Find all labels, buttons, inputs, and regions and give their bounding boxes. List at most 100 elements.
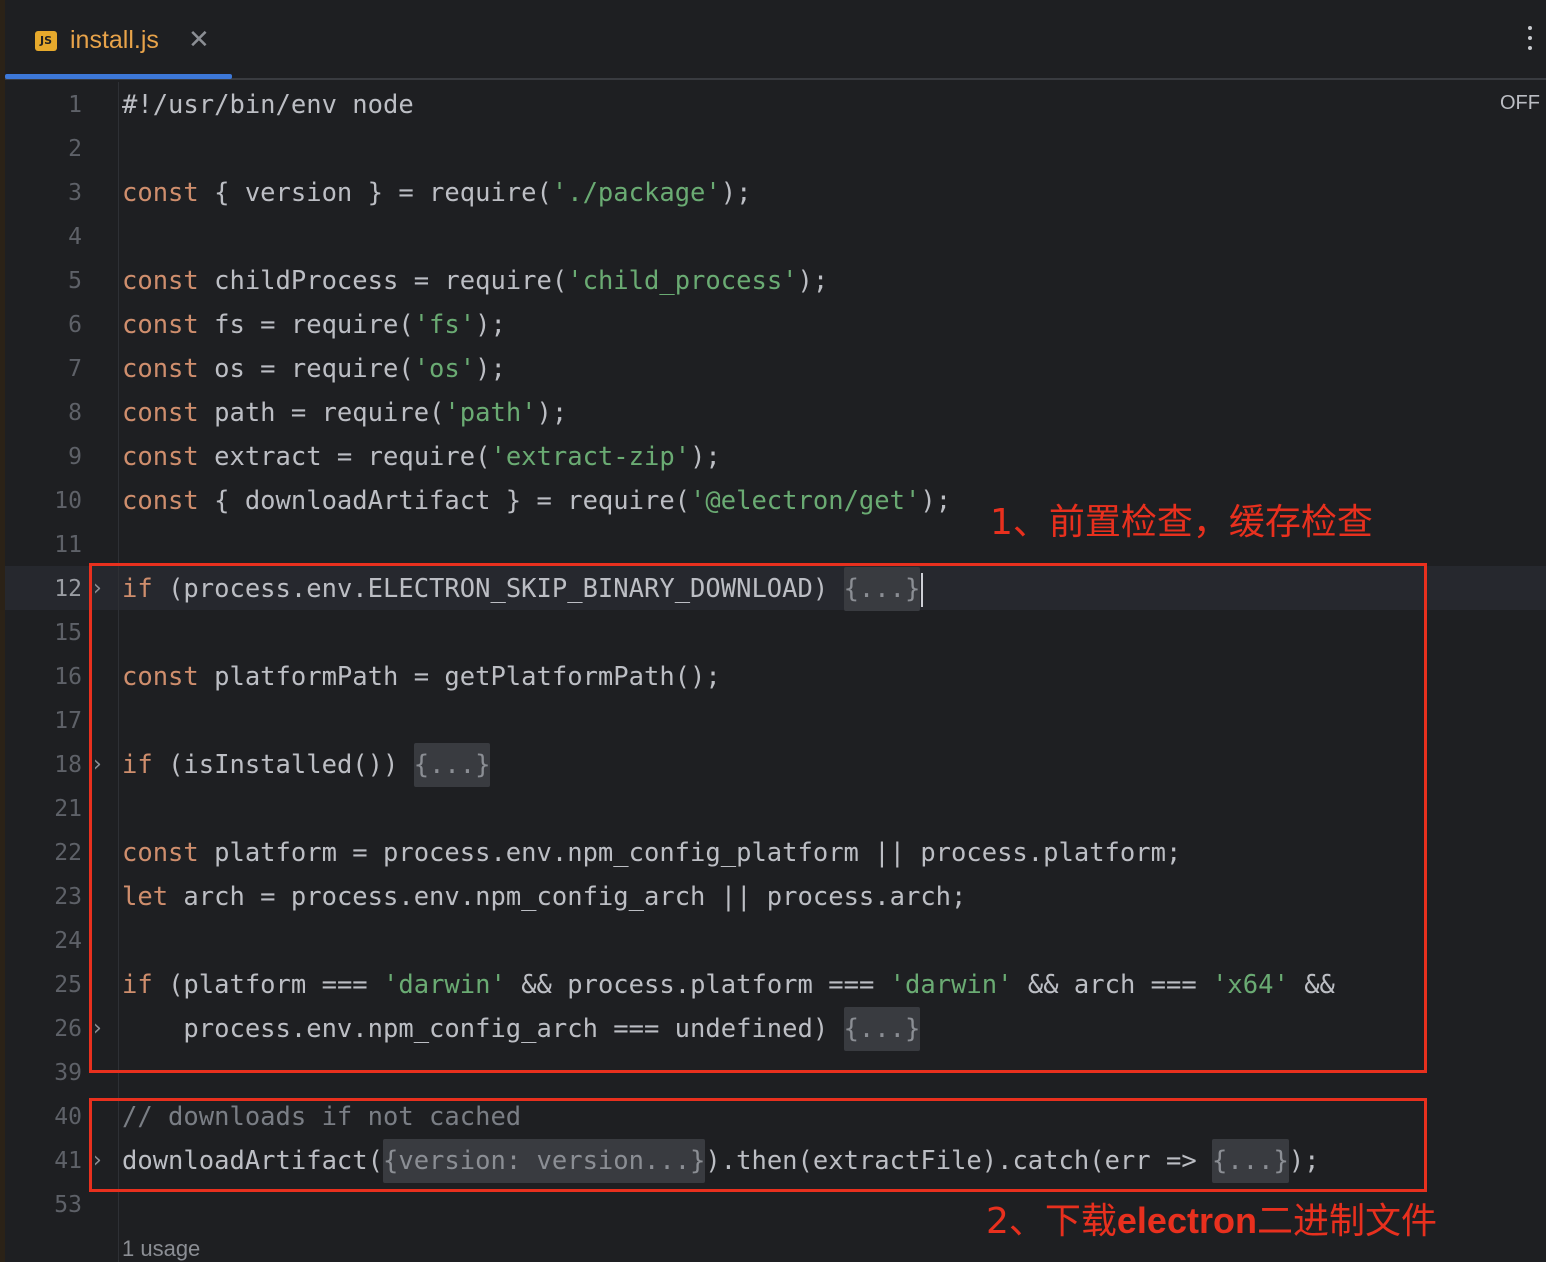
code-token: const <box>122 310 199 340</box>
code-line[interactable]: 21 <box>5 787 1546 831</box>
code-line[interactable]: 25 if (platform === 'darwin' && process.p… <box>5 963 1546 1007</box>
code-token: && process.platform === <box>505 970 890 1000</box>
code-token: 'darwin' <box>889 970 1013 1000</box>
code-token: fs = require( <box>198 310 414 340</box>
line-number: 17 <box>54 708 82 734</box>
code-token: // downloads if not cached <box>122 1102 522 1132</box>
line-number: 2 <box>68 136 82 162</box>
line-number: 5 <box>68 268 82 294</box>
code-line[interactable]: 7 const os = require('os'); <box>5 347 1546 391</box>
close-icon[interactable]: ✕ <box>188 22 210 58</box>
fold-expand-icon[interactable]: › <box>93 567 102 611</box>
line-number: 40 <box>54 1104 82 1130</box>
code-line[interactable]: 26 › process.env.npm_config_arch === unde… <box>5 1007 1546 1051</box>
code-token: ); <box>475 354 506 384</box>
code-text: process.env.npm_config_arch === undefine… <box>122 1007 921 1051</box>
line-number: 9 <box>68 444 82 470</box>
tab-filename: install.js <box>70 26 159 54</box>
code-text: let arch = process.env.npm_config_arch |… <box>122 875 966 919</box>
code-token: (process.env.ELECTRON_SKIP_BINARY_DOWNLO… <box>152 574 844 604</box>
code-line[interactable]: 16 const platformPath = getPlatformPath()… <box>5 655 1546 699</box>
line-number: 16 <box>54 664 82 690</box>
line-number: 21 <box>54 796 82 822</box>
code-token: ); <box>920 486 952 516</box>
code-token: os = require( <box>198 354 414 384</box>
line-number: 6 <box>68 312 82 338</box>
fold-expand-icon[interactable]: › <box>93 1139 102 1183</box>
folded-code-placeholder[interactable]: {...} <box>843 567 921 611</box>
code-line[interactable]: 9 const extract = require('extract-zip'); <box>5 435 1546 479</box>
code-line[interactable]: 22 const platform = process.env.npm_confi… <box>5 831 1546 875</box>
code-text: const extract = require('extract-zip'); <box>122 435 721 479</box>
code-line[interactable]: 41 › downloadArtifact({version: version...… <box>5 1139 1546 1183</box>
code-token: if <box>122 750 153 780</box>
folded-code-placeholder[interactable]: {...} <box>843 1007 921 1051</box>
code-token: platform = process.env.npm_config_platfo… <box>198 838 1182 868</box>
code-token: ); <box>1288 1146 1320 1176</box>
code-line[interactable]: 17 <box>5 699 1546 743</box>
code-line[interactable]: 39 <box>5 1051 1546 1095</box>
code-line[interactable]: 4 <box>5 215 1546 259</box>
usage-hint[interactable]: 1 usage <box>122 1236 200 1262</box>
code-text: if (platform === 'darwin' && process.pla… <box>122 963 1335 1007</box>
code-line[interactable]: 23 let arch = process.env.npm_config_arch… <box>5 875 1546 919</box>
folded-code-placeholder[interactable]: {...} <box>1212 1139 1289 1183</box>
code-token: childProcess = require( <box>198 266 568 296</box>
line-number: 7 <box>68 356 82 382</box>
line-number: 4 <box>68 224 82 250</box>
tab-install-js[interactable]: JS install.js ✕ <box>5 0 233 80</box>
line-number: 24 <box>54 928 82 954</box>
javascript-file-icon: JS <box>35 31 57 51</box>
code-text: const platformPath = getPlatformPath(); <box>122 655 721 699</box>
code-line[interactable]: 5 const childProcess = require('child_pro… <box>5 259 1546 303</box>
code-line[interactable]: 40 // downloads if not cached <box>5 1095 1546 1139</box>
code-line[interactable]: 15 <box>5 611 1546 655</box>
code-text: #!/usr/bin/env node <box>122 83 414 127</box>
more-options-icon[interactable] <box>1526 26 1534 56</box>
line-number: 15 <box>54 620 82 646</box>
line-number: 8 <box>68 400 82 426</box>
code-token: arch = process.env.npm_config_arch || pr… <box>168 882 967 912</box>
code-text: const os = require('os'); <box>122 347 506 391</box>
code-line[interactable]: 3 const { version } = require('./package'… <box>5 171 1546 215</box>
code-token: ); <box>690 442 721 472</box>
code-token: './package' <box>551 178 721 208</box>
code-line[interactable]: 6 const fs = require('fs'); <box>5 303 1546 347</box>
code-token: && <box>1288 970 1335 1000</box>
code-token: (isInstalled()) <box>152 750 414 780</box>
code-text: // downloads if not cached <box>122 1095 521 1139</box>
code-line[interactable]: 2 <box>5 127 1546 171</box>
code-token: if <box>122 574 153 604</box>
line-number: 25 <box>54 972 82 998</box>
editor-tab-bar: JS install.js ✕ <box>5 0 1546 80</box>
code-editor[interactable]: 1 #!/usr/bin/env node 2 3 const { version } … <box>5 82 1546 1262</box>
code-token: if <box>122 970 153 1000</box>
code-token: && arch === <box>1012 970 1213 1000</box>
code-line[interactable]: 1 #!/usr/bin/env node <box>5 83 1546 127</box>
code-token: const <box>122 662 199 692</box>
code-token: ).then(extractFile).catch(err => <box>705 1146 1213 1176</box>
code-line[interactable]: 8 const path = require('path'); <box>5 391 1546 435</box>
folded-code-placeholder[interactable]: {version: version...} <box>383 1139 706 1183</box>
code-line[interactable]: 12 › if (process.env.ELECTRON_SKIP_BINARY_… <box>5 567 1546 611</box>
line-number: 10 <box>54 488 82 514</box>
code-text: if (process.env.ELECTRON_SKIP_BINARY_DOW… <box>122 567 924 611</box>
line-number: 53 <box>54 1192 82 1218</box>
code-text: if (isInstalled()) {...} <box>122 743 491 787</box>
line-number: 41 <box>54 1148 82 1174</box>
code-token: ); <box>720 178 752 208</box>
code-text: const { downloadArtifact } = require('@e… <box>122 479 951 523</box>
code-token: (platform === <box>152 970 384 1000</box>
code-text: const { version } = require('./package')… <box>122 171 751 215</box>
code-line[interactable]: 18 › if (isInstalled()) {...} <box>5 743 1546 787</box>
code-line[interactable]: 24 <box>5 919 1546 963</box>
code-text: const path = require('path'); <box>122 391 567 435</box>
code-token: { downloadArtifact } = require( <box>198 486 691 516</box>
fold-expand-icon[interactable]: › <box>93 743 102 787</box>
code-token: 'extract-zip' <box>490 442 691 472</box>
line-number: 18 <box>54 752 82 778</box>
code-token: const <box>122 354 199 384</box>
fold-expand-icon[interactable]: › <box>93 1007 102 1051</box>
code-token: 'child_process' <box>567 266 798 296</box>
folded-code-placeholder[interactable]: {...} <box>413 743 491 787</box>
